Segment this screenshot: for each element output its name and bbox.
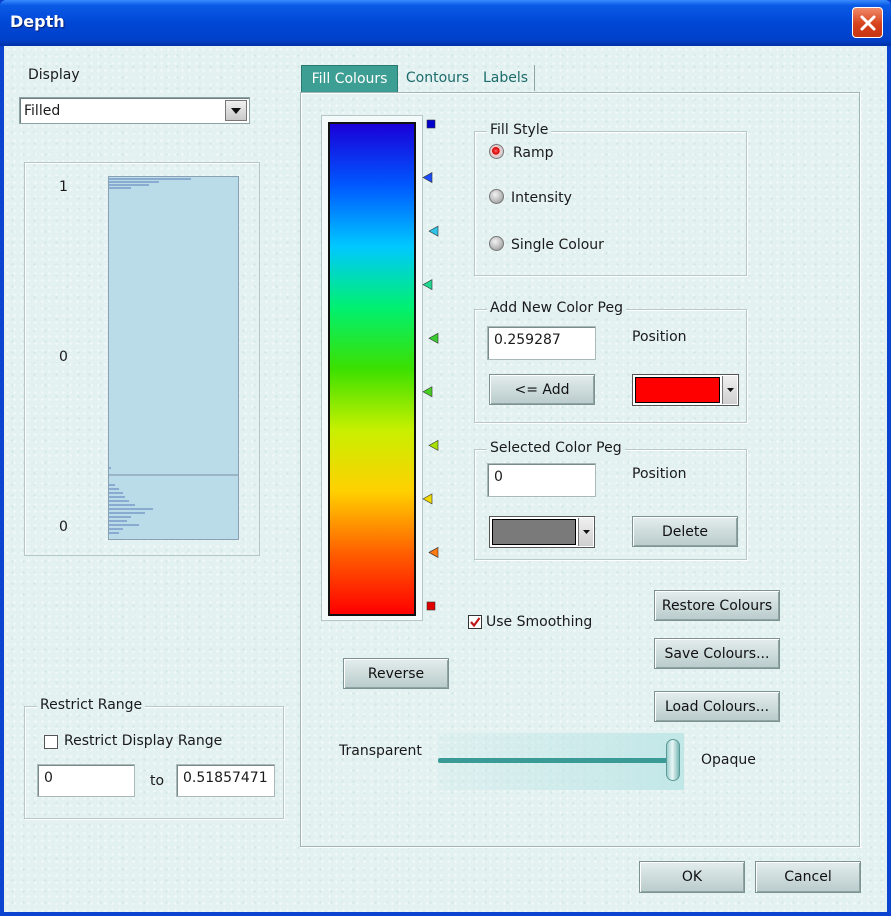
dialog-window: Depth Display Filled 1 0 0 Restrict Rang… xyxy=(0,0,891,916)
chevron-down-icon xyxy=(726,388,734,392)
selected-peg-color-arrow[interactable] xyxy=(578,518,593,546)
histogram-label-top: 1 xyxy=(59,179,68,195)
histogram-plot xyxy=(108,176,239,540)
cancel-button[interactable]: Cancel xyxy=(755,861,861,893)
color-peg-track[interactable] xyxy=(419,116,439,622)
selected-peg-color-select[interactable] xyxy=(489,516,595,548)
reverse-button[interactable]: Reverse xyxy=(343,658,449,689)
add-peg-button[interactable]: <= Add xyxy=(489,374,595,405)
add-peg-color-select[interactable] xyxy=(632,374,739,406)
fill-style-title: Fill Style xyxy=(487,122,552,138)
tab-labels[interactable]: Labels xyxy=(477,65,535,91)
fill-style-label-single-colour: Single Colour xyxy=(511,237,604,253)
restrict-max-input[interactable]: 0.51857471 xyxy=(176,764,275,797)
color-peg-5[interactable] xyxy=(428,332,439,344)
transparency-slider-track xyxy=(438,758,676,763)
delete-peg-button[interactable]: Delete xyxy=(632,516,738,547)
fill-style-label-intensity: Intensity xyxy=(511,190,572,206)
histogram-label-middle: 0 xyxy=(59,349,68,365)
use-smoothing-label: Use Smoothing xyxy=(486,614,593,630)
load-colours-button[interactable]: Load Colours... xyxy=(654,691,780,722)
restrict-range-checkbox-label: Restrict Display Range xyxy=(64,733,223,749)
color-peg-6[interactable] xyxy=(422,386,433,398)
fill-colours-panel: Reverse Fill Style Ramp Intensity Single… xyxy=(300,92,860,847)
histogram-bars xyxy=(109,178,238,534)
fill-style-radio-single-colour[interactable] xyxy=(489,236,504,251)
dialog-client-area: Display Filled 1 0 0 Restrict Range Rest… xyxy=(4,46,887,912)
color-ramp-frame xyxy=(321,115,439,621)
fill-style-radio-ramp[interactable] xyxy=(489,144,504,159)
display-select-arrow[interactable] xyxy=(225,100,247,121)
save-colours-button[interactable]: Save Colours... xyxy=(654,638,780,669)
color-peg-10[interactable] xyxy=(426,601,436,611)
display-label: Display xyxy=(28,67,80,83)
tab-fill-colours[interactable]: Fill Colours xyxy=(301,65,398,93)
selected-peg-position-label: Position xyxy=(632,466,687,482)
histogram-label-bottom: 0 xyxy=(59,519,68,535)
restrict-min-input[interactable]: 0 xyxy=(37,764,135,797)
transparent-label: Transparent xyxy=(339,743,422,759)
color-ramp-gradient[interactable] xyxy=(328,122,416,616)
use-smoothing-checkbox[interactable] xyxy=(468,615,482,629)
fill-style-label-ramp: Ramp xyxy=(513,145,554,161)
title-bar[interactable]: Depth xyxy=(0,0,891,46)
add-peg-position-label: Position xyxy=(632,329,687,345)
histogram-panel: 1 0 0 xyxy=(24,162,260,556)
close-button[interactable] xyxy=(852,7,883,38)
display-select[interactable]: Filled xyxy=(19,97,250,124)
transparency-slider-thumb[interactable] xyxy=(666,739,680,781)
chevron-down-icon xyxy=(582,530,590,534)
ok-button[interactable]: OK xyxy=(639,861,745,893)
add-peg-color-swatch xyxy=(635,377,720,403)
restore-colours-button[interactable]: Restore Colours xyxy=(654,590,780,621)
color-peg-3[interactable] xyxy=(428,225,439,237)
restrict-range-title: Restrict Range xyxy=(37,697,146,713)
restrict-to-label: to xyxy=(150,773,165,789)
fill-style-group: Fill Style Ramp Intensity Single Colour xyxy=(474,122,747,276)
transparency-slider[interactable] xyxy=(438,733,684,790)
tab-contours[interactable]: Contours xyxy=(399,65,476,91)
add-peg-color-arrow[interactable] xyxy=(722,376,737,404)
selected-peg-position-input[interactable]: 0 xyxy=(487,463,596,497)
close-icon xyxy=(860,15,875,30)
restrict-range-group: Restrict Range Restrict Display Range 0 … xyxy=(24,697,284,819)
fill-style-radio-intensity[interactable] xyxy=(489,189,504,204)
selected-peg-title: Selected Color Peg xyxy=(487,440,625,456)
window-title: Depth xyxy=(10,12,65,31)
add-peg-position-input[interactable]: 0.259287 xyxy=(487,326,596,360)
chevron-down-icon xyxy=(231,107,241,114)
color-peg-8[interactable] xyxy=(422,493,433,505)
color-peg-7[interactable] xyxy=(428,439,439,451)
opaque-label: Opaque xyxy=(701,752,756,768)
selected-peg-color-swatch xyxy=(492,519,576,545)
display-select-value: Filled xyxy=(24,103,61,119)
color-peg-1[interactable] xyxy=(426,119,436,129)
checkmark-icon xyxy=(470,617,481,628)
selected-peg-group: Selected Color Peg 0 Position Delete xyxy=(474,440,747,560)
restrict-range-checkbox[interactable] xyxy=(44,735,58,749)
add-peg-group: Add New Color Peg 0.259287 Position <= A… xyxy=(474,300,747,423)
add-peg-title: Add New Color Peg xyxy=(487,300,626,316)
color-peg-4[interactable] xyxy=(422,279,433,291)
color-peg-9[interactable] xyxy=(428,546,439,558)
color-peg-2[interactable] xyxy=(422,172,433,184)
